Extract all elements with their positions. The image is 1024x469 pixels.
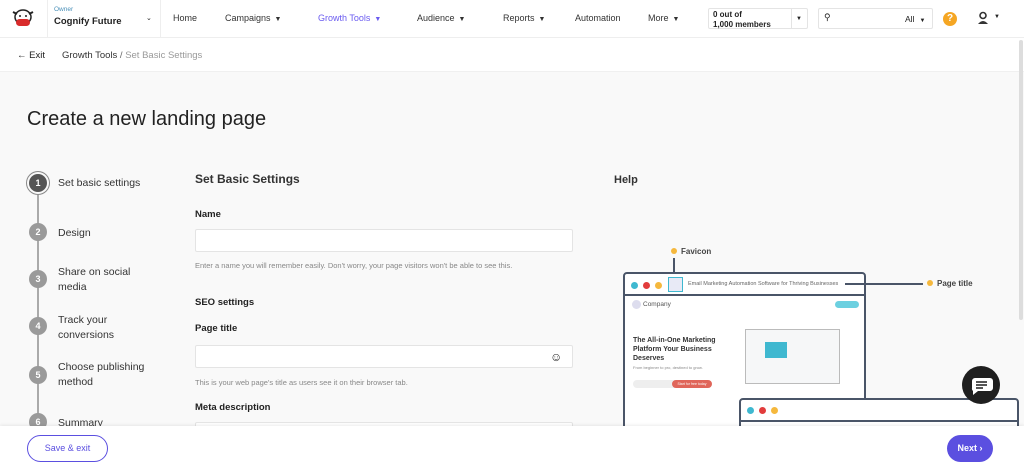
exit-button[interactable]: ← Exit bbox=[17, 50, 45, 61]
callout-text: Page title bbox=[937, 279, 973, 288]
user-menu[interactable]: ▼ bbox=[976, 11, 1002, 27]
emoji-icon[interactable]: ☺ bbox=[550, 350, 562, 364]
arrow-left-icon: ← bbox=[17, 50, 27, 61]
seo-settings-heading: SEO settings bbox=[195, 297, 255, 308]
members-text: 1,000 members bbox=[713, 20, 771, 29]
help-title: Help bbox=[614, 174, 638, 186]
members-text: 0 out of bbox=[713, 10, 742, 19]
company-text: Company bbox=[643, 301, 671, 308]
favicon-callout: Favicon bbox=[671, 247, 711, 256]
account-role: Owner bbox=[54, 6, 74, 13]
search-scope-label: All bbox=[905, 14, 915, 24]
search-scope-select[interactable]: All ▼ bbox=[905, 14, 925, 24]
breadcrumb-separator: / bbox=[119, 50, 123, 61]
page-title-input[interactable] bbox=[195, 345, 573, 368]
callout-dot-icon bbox=[671, 248, 677, 254]
nav-label: More bbox=[648, 13, 669, 23]
chat-icon bbox=[971, 378, 993, 395]
hero-sub-text: From beginner to pro, destined to grow. bbox=[633, 365, 703, 370]
nav-label: Audience bbox=[417, 13, 455, 23]
favicon-icon bbox=[668, 277, 683, 292]
chevron-down-icon: ▼ bbox=[374, 16, 382, 23]
nav-home[interactable]: Home bbox=[173, 13, 197, 23]
nav-label: Reports bbox=[503, 13, 535, 23]
members-usage-dropdown[interactable]: 0 out of 1,000 members ▼ bbox=[708, 8, 808, 29]
account-switcher[interactable]: Owner Cognify Future ⌄ bbox=[54, 6, 160, 34]
account-name: Cognify Future bbox=[54, 16, 122, 27]
step-4-label[interactable]: Track your conversions bbox=[58, 313, 128, 343]
page-title-help: This is your web page's title as users s… bbox=[195, 378, 408, 387]
logo[interactable] bbox=[10, 6, 36, 32]
breadcrumb-bar: ← Exit Growth Tools / Set Basic Settings bbox=[0, 38, 1024, 72]
footer-bar: Save & exit Next › bbox=[0, 426, 1024, 469]
chevron-down-icon: ⌄ bbox=[146, 15, 152, 22]
help-icon[interactable]: ? bbox=[943, 12, 957, 26]
page-title-callout: Page title bbox=[927, 279, 973, 288]
browser-title-text: Email Marketing Automation Software for … bbox=[688, 281, 839, 287]
step-2-circle: 2 bbox=[29, 223, 47, 241]
breadcrumb: Growth Tools / Set Basic Settings bbox=[62, 50, 202, 61]
step-3-circle: 3 bbox=[29, 270, 47, 288]
callout-text: Favicon bbox=[681, 247, 712, 256]
name-label: Name bbox=[195, 209, 221, 220]
chevron-down-icon: ▼ bbox=[994, 14, 1000, 20]
page-title-label: Page title bbox=[195, 323, 238, 334]
nav-more[interactable]: More ▼ bbox=[648, 13, 679, 23]
page-title: Create a new landing page bbox=[27, 108, 267, 130]
hero-text: The All-in-One Marketing Platform Your B… bbox=[633, 337, 716, 362]
chat-button[interactable] bbox=[962, 366, 1000, 404]
nav-automation[interactable]: Automation bbox=[575, 13, 621, 23]
exit-label: Exit bbox=[29, 50, 45, 61]
step-2-label[interactable]: Design bbox=[58, 226, 158, 241]
nav-label: Campaigns bbox=[225, 13, 271, 23]
nav-label: Growth Tools bbox=[318, 13, 371, 23]
step-1-label[interactable]: Set basic settings bbox=[58, 176, 158, 191]
chevron-down-icon: ▼ bbox=[538, 16, 546, 23]
chevron-right-icon: › bbox=[979, 443, 983, 453]
name-input[interactable] bbox=[195, 229, 573, 252]
step-3-label[interactable]: Share on social media bbox=[58, 265, 138, 295]
search-input[interactable] bbox=[835, 11, 900, 26]
step-5-circle: 5 bbox=[29, 366, 47, 384]
scrollbar[interactable] bbox=[1019, 40, 1023, 320]
chevron-down-icon: ▼ bbox=[796, 16, 802, 22]
step-5-label[interactable]: Choose publishing method bbox=[58, 360, 153, 390]
breadcrumb-growth-tools[interactable]: Growth Tools bbox=[62, 50, 117, 61]
save-exit-button[interactable]: Save & exit bbox=[27, 435, 108, 462]
nav-reports[interactable]: Reports ▼ bbox=[503, 13, 545, 23]
user-icon bbox=[978, 11, 988, 24]
meta-description-label: Meta description bbox=[195, 402, 271, 413]
section-title: Set Basic Settings bbox=[195, 172, 300, 186]
nav-label: Home bbox=[173, 13, 198, 23]
chevron-down-icon: ▼ bbox=[458, 16, 466, 23]
step-1-circle: 1 bbox=[29, 174, 47, 192]
chevron-down-icon: ▼ bbox=[672, 16, 680, 23]
cta-text: Start for free today bbox=[672, 380, 712, 388]
next-button[interactable]: Next › bbox=[947, 435, 993, 462]
step-4-circle: 4 bbox=[29, 317, 47, 335]
breadcrumb-current: Set Basic Settings bbox=[125, 50, 203, 61]
search-box[interactable]: ⚲ All ▼ bbox=[818, 8, 933, 29]
chevron-down-icon: ▼ bbox=[274, 16, 282, 23]
search-icon: ⚲ bbox=[824, 12, 831, 22]
top-nav: Owner Cognify Future ⌄ Home Campaigns ▼ G… bbox=[0, 0, 1024, 38]
name-help: Enter a name you will remember easily. D… bbox=[195, 261, 513, 270]
nav-label: Automation bbox=[575, 13, 621, 23]
next-label: Next bbox=[957, 443, 977, 453]
nav-audience[interactable]: Audience ▼ bbox=[417, 13, 465, 23]
nav-campaigns[interactable]: Campaigns ▼ bbox=[225, 13, 281, 23]
nav-growth-tools[interactable]: Growth Tools ▼ bbox=[318, 13, 381, 23]
callout-dot-icon bbox=[927, 280, 933, 286]
chevron-down-icon: ▼ bbox=[919, 18, 926, 24]
